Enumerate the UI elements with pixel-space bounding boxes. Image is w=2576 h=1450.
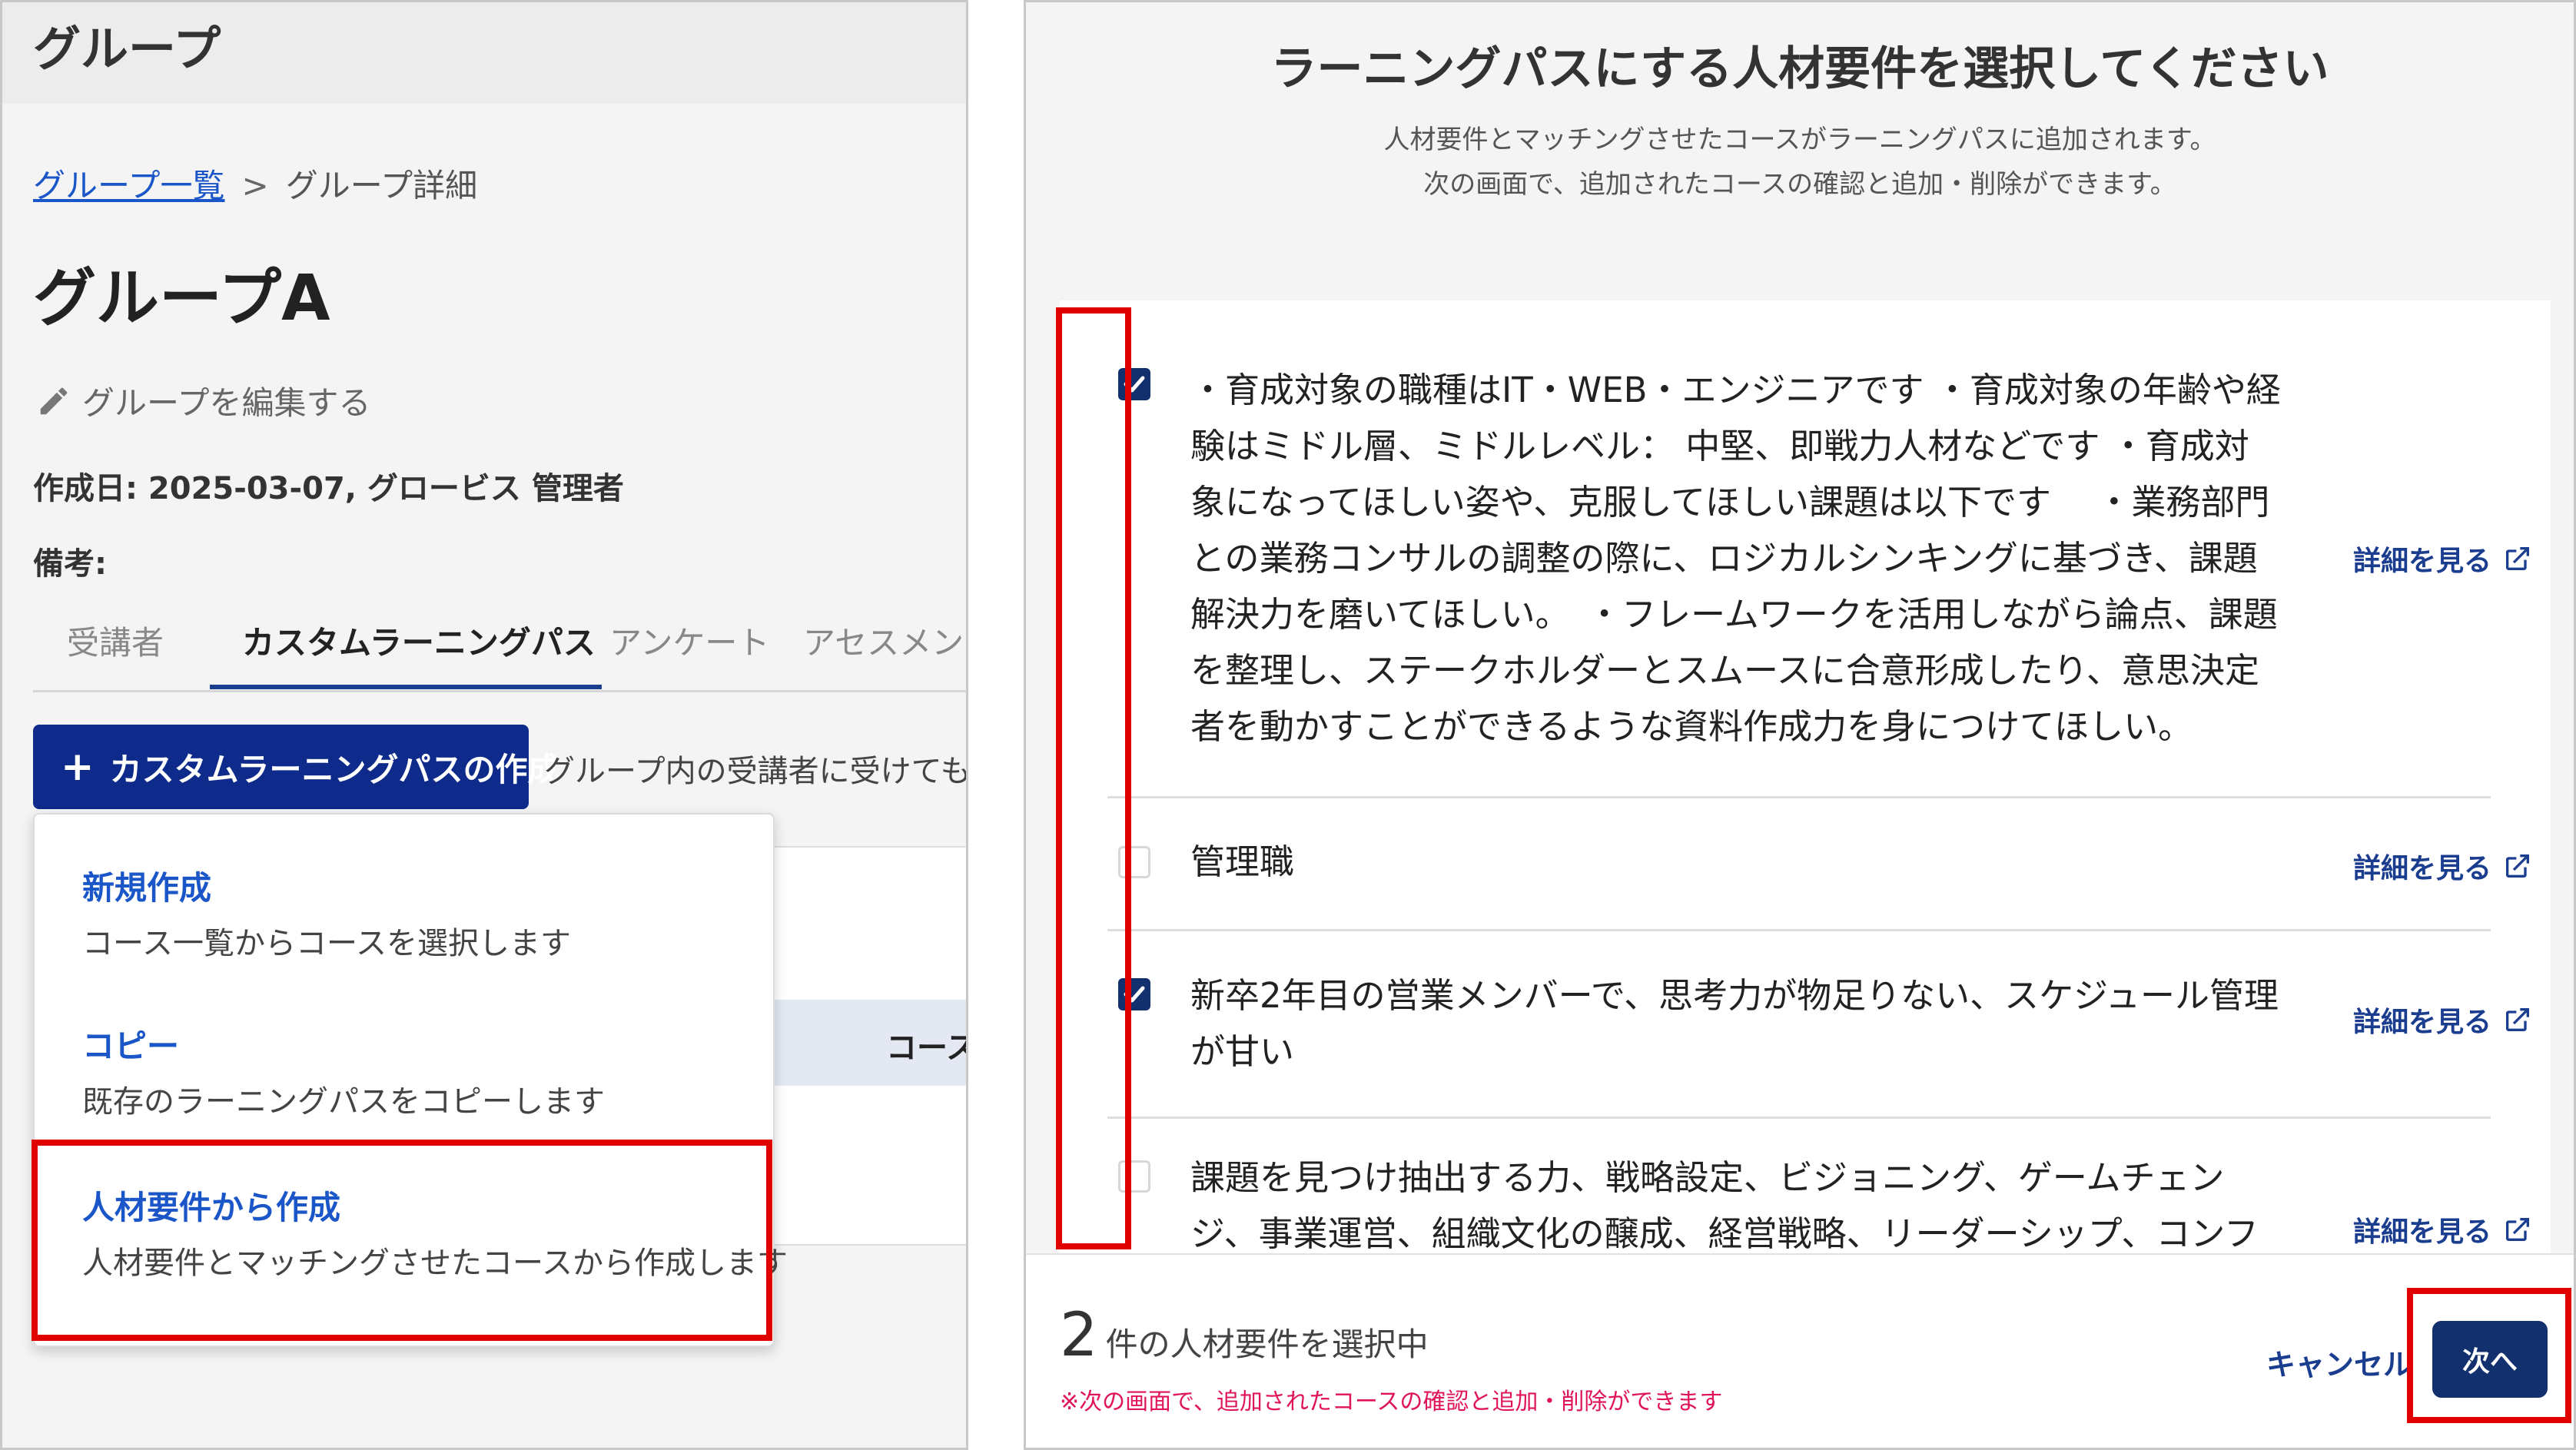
modal-subtitle: 人材要件とマッチングさせたコースがラーニングパスに追加されます。 次の画面で、追… — [1026, 118, 2574, 207]
view-details-label: 詳細を見る — [2353, 853, 2492, 884]
dropdown-item-title: コピー — [82, 1027, 180, 1065]
tab-custom-learning-path[interactable]: カスタムラーニングパス — [242, 617, 596, 664]
header-title: グループ — [33, 21, 221, 77]
plus-icon: + — [61, 744, 95, 790]
view-details-link[interactable]: 詳細を見る — [2353, 1000, 2533, 1040]
tab-bar: 受講者 カスタムラーニングパス アンケート アセスメント — [33, 609, 966, 692]
external-link-icon — [2506, 854, 2530, 878]
breadcrumb-link-group-list[interactable]: グループ一覧 — [33, 167, 224, 204]
selection-count: 2 件の人材要件を選択中 — [1060, 1301, 1429, 1370]
subtitle-line: 人材要件とマッチングさせたコースがラーニングパスに追加されます。 — [1383, 124, 2216, 155]
tab-learners[interactable]: 受講者 — [67, 617, 164, 664]
create-custom-learning-path-button[interactable]: + カスタムラーニングパスの作成 — [33, 725, 559, 809]
selected-count: 2 — [1060, 1301, 1098, 1370]
helper-text: グループ内の受講者に受けても — [544, 754, 968, 789]
requirement-text: ・育成対象の職種はIT・WEB・エンジニアです ・育成対象の年齢や経験はミドル層… — [1190, 370, 2281, 747]
view-details-label: 詳細を見る — [2353, 546, 2492, 577]
checkbox-highlight-box — [1056, 307, 1131, 1249]
external-link-icon — [2506, 547, 2530, 570]
requirement-text: 管理職 — [1190, 841, 1295, 882]
breadcrumb: グループ一覧 > グループ詳細 — [33, 160, 477, 207]
edit-group-label: グループを編集する — [82, 384, 371, 422]
external-link-icon — [2506, 1218, 2530, 1241]
breadcrumb-current: グループ詳細 — [285, 167, 478, 204]
remarks-label: 備考: — [33, 546, 107, 582]
modal-title: ラーニングパスにする人材要件を選択してください — [1270, 42, 2329, 96]
subtitle-line: 次の画面で、追加されたコースの確認と追加・削除ができます。 — [1423, 169, 2176, 200]
tab-survey[interactable]: アンケート — [609, 617, 769, 664]
requirement-text: 新卒2年目の営業メンバーで、思考力が物足りない、スケジュール管理が甘い — [1190, 975, 2279, 1072]
list-item: 課題を見つけ抽出する力、戦略設定、ビジョニング、ゲームチェンジ、事業運営、組織文… — [1060, 1119, 2551, 1253]
list-item: 新卒2年目の営業メンバーで、思考力が物足りない、スケジュール管理が甘い 詳細を見… — [1060, 931, 2551, 1119]
view-details-label: 詳細を見る — [2353, 1216, 2492, 1248]
active-tab-indicator — [210, 685, 602, 689]
dropdown-item-new[interactable]: 新規作成 コース一覧からコースを選択します — [82, 862, 571, 963]
dropdown-item-copy[interactable]: コピー 既存のラーニングパスをコピーします — [82, 1020, 605, 1121]
list-item: ・育成対象の職種はIT・WEB・エンジニアです ・育成対象の年齢や経験はミドル層… — [1060, 300, 2551, 798]
background-column-header: コース — [886, 1030, 968, 1066]
requirement-list[interactable]: ・育成対象の職種はIT・WEB・エンジニアです ・育成対象の年齢や経験はミドル層… — [1060, 300, 2551, 1253]
dropdown-item-title: 新規作成 — [82, 869, 212, 907]
external-link-icon — [2506, 1008, 2530, 1031]
pencil-icon — [40, 387, 68, 414]
group-detail-panel: グループ グループ一覧 > グループ詳細 グループA グループを編集する 作成日: … — [0, 0, 968, 1450]
dropdown-item-desc: 既存のラーニングパスをコピーします — [82, 1084, 605, 1120]
edit-group-link[interactable]: グループを編集する — [36, 377, 370, 424]
page-title: グループA — [33, 262, 330, 335]
tab-assessment[interactable]: アセスメント — [803, 617, 966, 664]
modal-footer: 2 件の人材要件を選択中 ※次の画面で、追加されたコースの確認と追加・削除ができま… — [1026, 1253, 2574, 1448]
view-details-link[interactable]: 詳細を見る — [2353, 846, 2533, 886]
selected-count-label: 件の人材要件を選択中 — [1105, 1326, 1429, 1363]
dropdown-item-desc: コース一覧からコースを選択します — [82, 926, 571, 961]
view-details-label: 詳細を見る — [2353, 1007, 2492, 1038]
next-button-highlight-box — [2407, 1288, 2571, 1423]
page-header: グループ — [2, 2, 966, 104]
view-details-link[interactable]: 詳細を見る — [2353, 539, 2533, 579]
create-button-label: カスタムラーニングパスの作成 — [109, 750, 560, 788]
view-details-link[interactable]: 詳細を見る — [2353, 1209, 2533, 1249]
highlight-box — [32, 1140, 772, 1341]
breadcrumb-separator: > — [241, 167, 269, 204]
cancel-button[interactable]: キャンセル — [2266, 1341, 2412, 1383]
requirement-text: 課題を見つけ抽出する力、戦略設定、ビジョニング、ゲームチェンジ、事業運営、組織文… — [1190, 1157, 2259, 1253]
list-item: 管理職 詳細を見る — [1060, 798, 2551, 931]
requirement-select-modal: ラーニングパスにする人材要件を選択してください 人材要件とマッチングさせたコース… — [1024, 0, 2576, 1450]
created-info: 作成日: 2025-03-07, グロービス 管理者 — [33, 471, 624, 506]
footer-note: ※次の画面で、追加されたコースの確認と追加・削除ができます — [1060, 1389, 1723, 1415]
